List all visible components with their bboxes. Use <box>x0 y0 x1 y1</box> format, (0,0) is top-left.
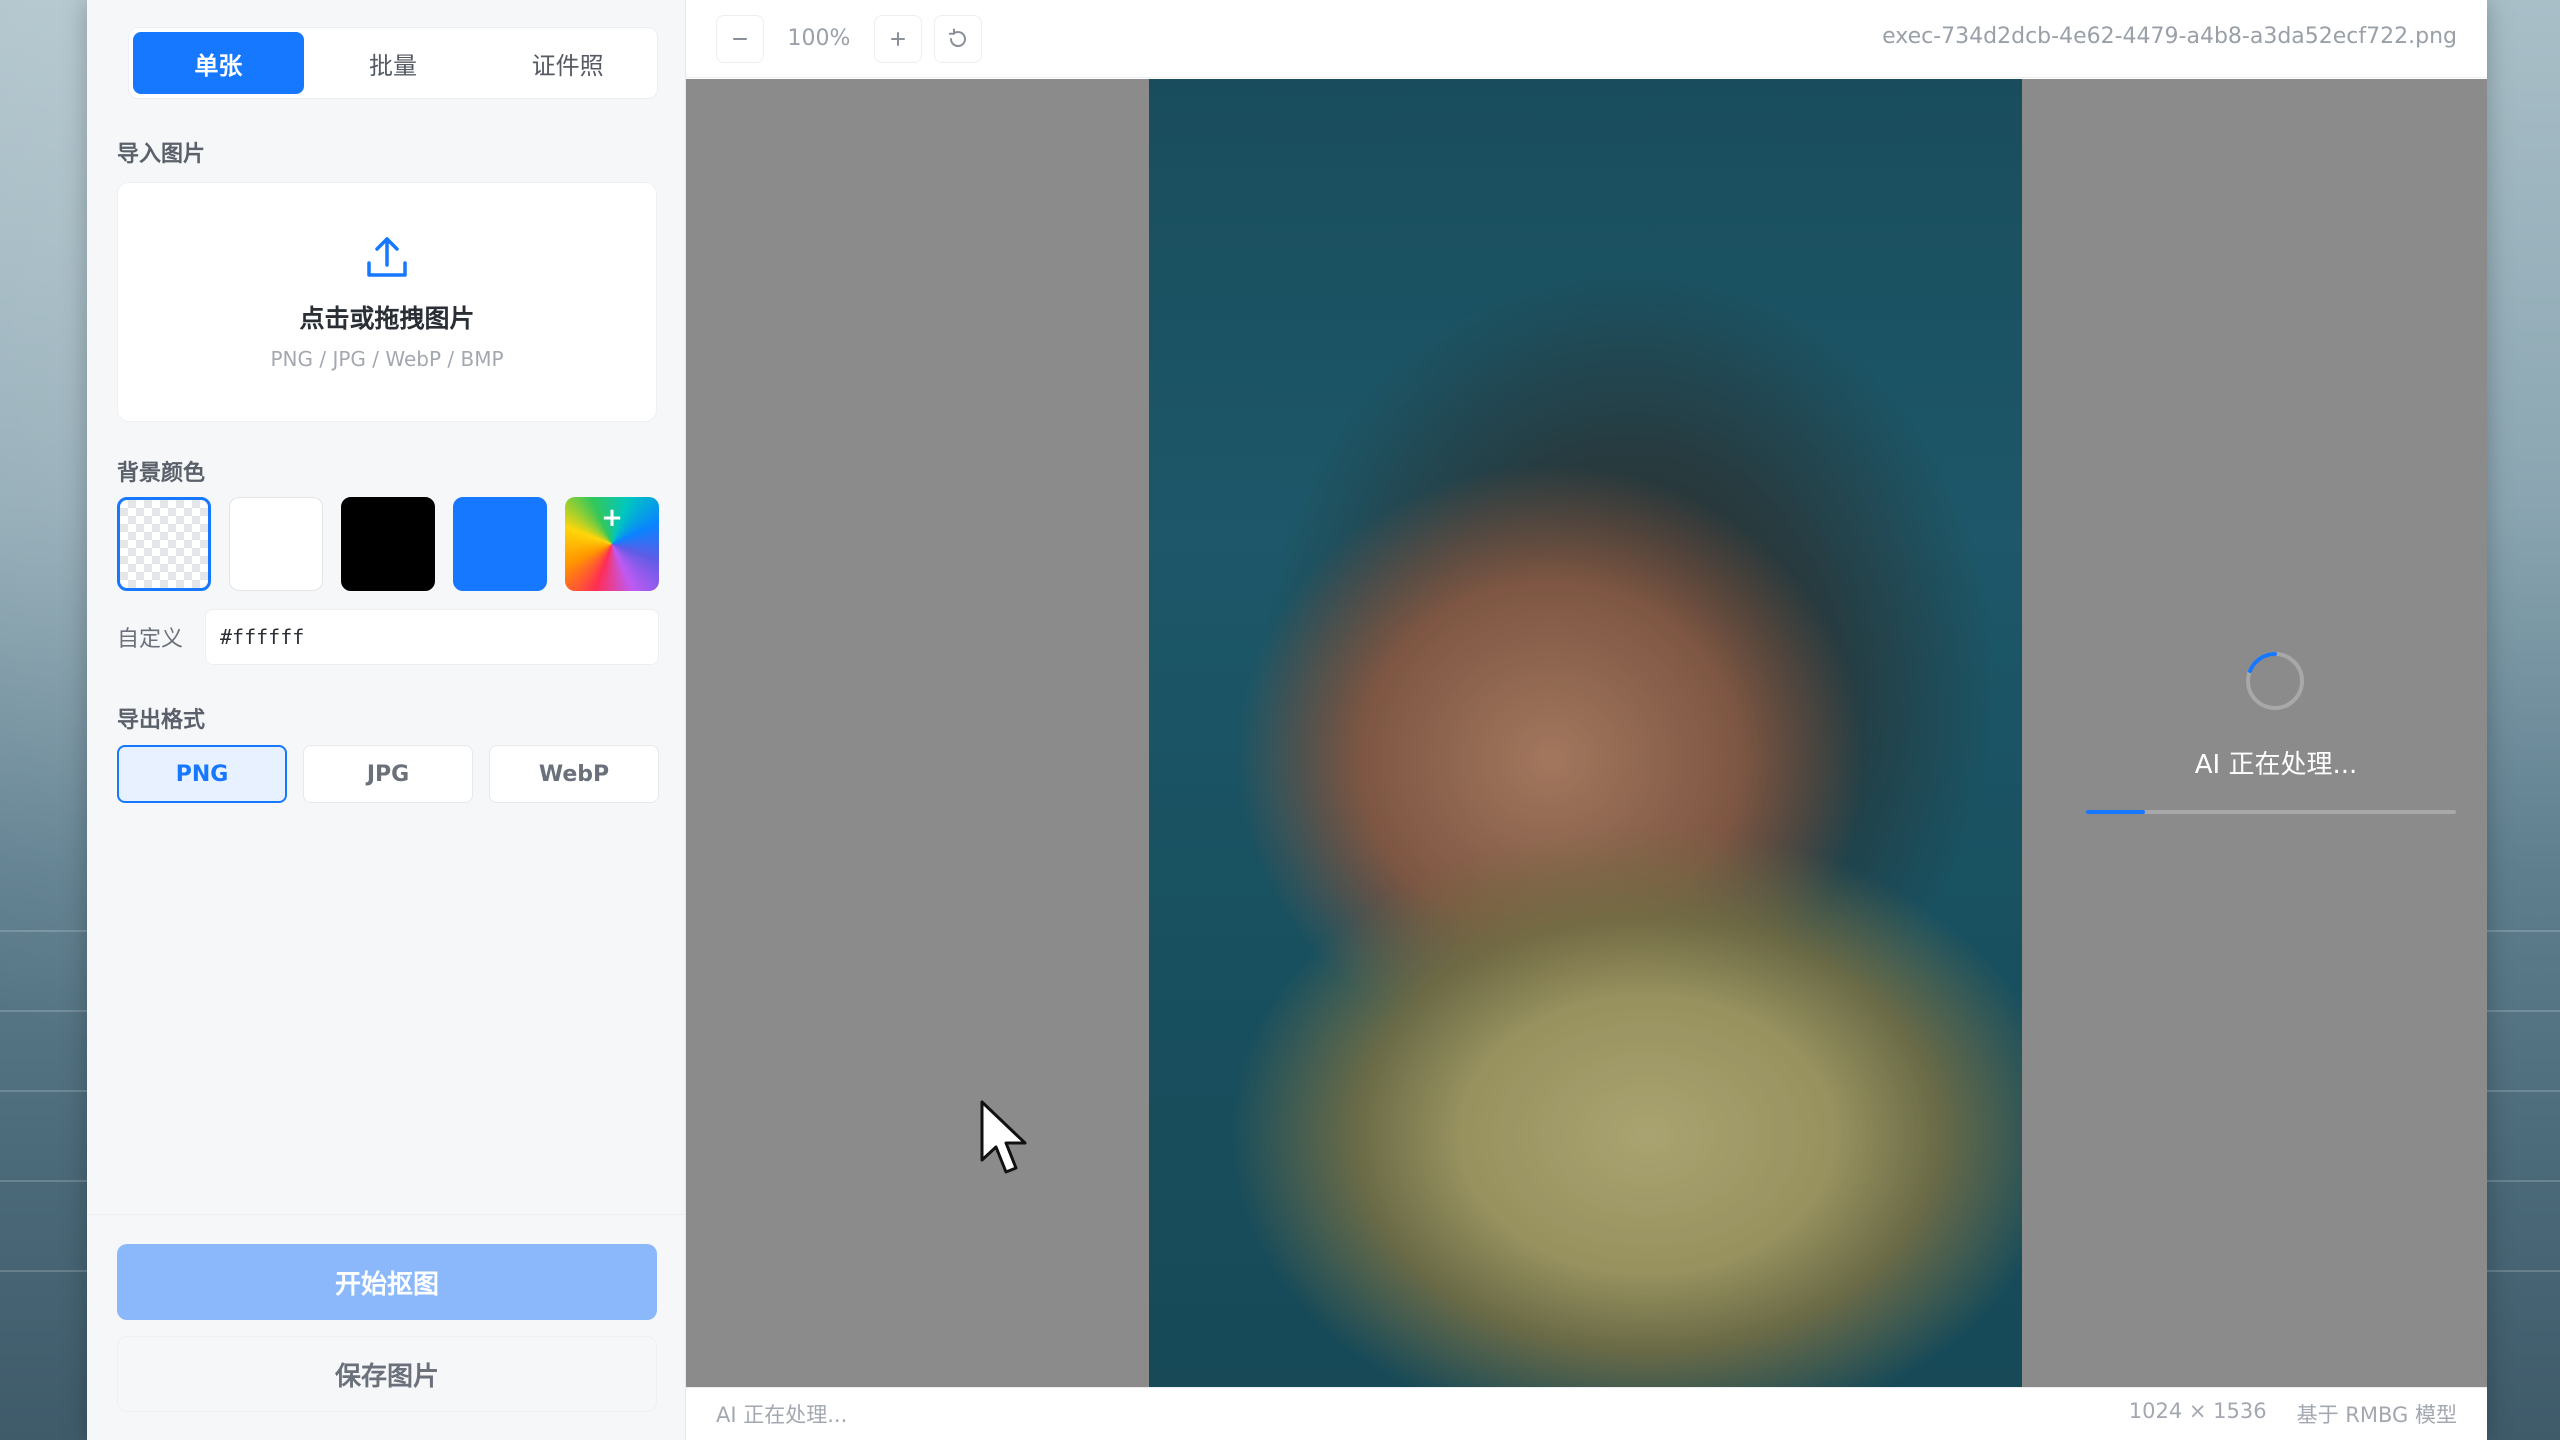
app-window: 单张 批量 证件照 导入图片 点击或拖拽图片 PNG / JPG / WebP … <box>87 0 2487 1440</box>
sidebar: 单张 批量 证件照 导入图片 点击或拖拽图片 PNG / JPG / WebP … <box>87 0 686 1440</box>
dropzone-title: 点击或拖拽图片 <box>299 304 475 333</box>
image-dropzone[interactable]: 点击或拖拽图片 PNG / JPG / WebP / BMP <box>117 182 657 422</box>
tab-single[interactable]: 单张 <box>133 32 304 94</box>
processing-overlay: AI 正在处理... <box>686 0 2487 1440</box>
dropzone-hint: PNG / JPG / WebP / BMP <box>270 347 504 371</box>
loading-spinner-icon <box>2245 651 2305 711</box>
swatch-black[interactable] <box>341 497 435 591</box>
tab-id-photo[interactable]: 证件照 <box>482 32 653 94</box>
import-section-label: 导入图片 <box>117 142 206 167</box>
progress-bar-fill <box>2086 810 2146 814</box>
export-section-label: 导出格式 <box>117 708 206 733</box>
tab-batch[interactable]: 批量 <box>308 32 479 94</box>
background-section-label: 背景颜色 <box>117 461 206 486</box>
custom-color-row: 自定义 <box>117 608 659 666</box>
background-swatches: + <box>117 497 659 591</box>
save-image-button[interactable]: 保存图片 <box>117 1336 657 1412</box>
export-format-options: PNG JPG WebP <box>117 745 659 803</box>
model-info: 基于 RMBG 模型 <box>2296 1403 2457 1427</box>
main-area: 100% exec-734d2dcb-4e62-4479-a4b8-a3da52… <box>686 0 2487 1440</box>
status-bar: AI 正在处理... 1024 × 1536 基于 RMBG 模型 <box>686 1387 2487 1440</box>
status-message: AI 正在处理... <box>716 1403 848 1427</box>
custom-color-label: 自定义 <box>117 627 184 652</box>
swatch-blue[interactable] <box>453 497 547 591</box>
format-png-button[interactable]: PNG <box>117 745 287 803</box>
format-jpg-button[interactable]: JPG <box>303 745 473 803</box>
swatch-transparent[interactable] <box>117 497 211 591</box>
custom-color-input[interactable] <box>205 609 659 665</box>
plus-icon: + <box>601 503 623 533</box>
mode-tabs: 单张 批量 证件照 <box>128 27 658 99</box>
format-webp-button[interactable]: WebP <box>489 745 659 803</box>
mouse-cursor-icon <box>980 1100 1027 1174</box>
swatch-custom-color[interactable]: + <box>565 497 659 591</box>
upload-icon <box>367 237 407 277</box>
start-cutout-button[interactable]: 开始抠图 <box>117 1244 657 1320</box>
swatch-white[interactable] <box>229 497 323 591</box>
processing-message: AI 正在处理... <box>2194 750 2358 780</box>
progress-bar <box>2086 810 2456 814</box>
image-dimensions: 1024 × 1536 <box>2128 1399 2267 1423</box>
